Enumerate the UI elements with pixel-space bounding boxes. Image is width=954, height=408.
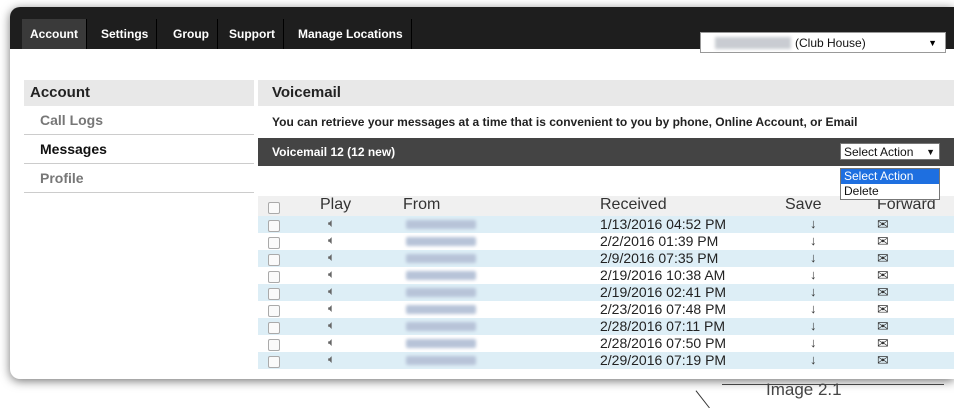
speaker-icon[interactable]: 🔈︎: [328, 267, 335, 282]
row-checkbox[interactable]: [268, 237, 280, 249]
page-title: Voicemail: [258, 80, 954, 106]
envelope-icon[interactable]: ✉︎: [877, 318, 889, 335]
speaker-icon[interactable]: 🔈︎: [328, 335, 335, 350]
down-arrow-icon[interactable]: ↓: [810, 233, 817, 248]
header-from: From: [403, 196, 441, 213]
redacted-caller: [406, 237, 476, 246]
speaker-icon[interactable]: 🔈︎: [328, 301, 335, 316]
table-row[interactable]: 🔈︎ 2/19/2016 02:41 PM ↓ ✉︎: [258, 284, 954, 301]
redacted-caller: [406, 288, 476, 297]
chevron-down-icon: ▼: [928, 38, 937, 48]
voicemail-table: Play From Received Save Forward 🔈︎ 1/13/2…: [258, 196, 954, 369]
redacted-caller: [406, 220, 476, 229]
sidebar-item-profile[interactable]: Profile: [24, 164, 254, 193]
row-checkbox[interactable]: [268, 271, 280, 283]
speaker-icon[interactable]: 🔈︎: [328, 352, 335, 367]
header-received: Received: [600, 196, 667, 213]
select-all-checkbox[interactable]: [268, 202, 280, 214]
row-checkbox[interactable]: [268, 356, 280, 368]
location-value: (Club House): [795, 36, 866, 50]
menu-item-select-action[interactable]: Select Action: [841, 169, 939, 184]
redacted-caller: [406, 356, 476, 365]
received-date: 2/19/2016 02:41 PM: [600, 284, 727, 300]
left-panel: Account Call Logs Messages Profile: [24, 80, 254, 193]
sidebar-item-messages[interactable]: Messages: [24, 135, 254, 164]
table-row[interactable]: 🔈︎ 2/23/2016 07:48 PM ↓ ✉︎: [258, 301, 954, 318]
received-date: 2/2/2016 01:39 PM: [600, 233, 719, 249]
left-panel-title: Account: [24, 80, 254, 106]
received-date: 2/28/2016 07:50 PM: [600, 335, 727, 351]
voicemail-header-bar: Voicemail 12 (12 new) Select Action ▼: [258, 138, 954, 166]
speaker-icon[interactable]: 🔈︎: [328, 250, 335, 265]
table-row[interactable]: 🔈︎ 2/9/2016 07:35 PM ↓ ✉︎: [258, 250, 954, 267]
envelope-icon[interactable]: ✉︎: [877, 250, 889, 267]
tab-settings[interactable]: Settings: [93, 19, 158, 49]
envelope-icon[interactable]: ✉︎: [877, 352, 889, 369]
envelope-icon[interactable]: ✉︎: [877, 284, 889, 301]
down-arrow-icon[interactable]: ↓: [810, 318, 817, 333]
header-save: Save: [785, 196, 822, 213]
envelope-icon[interactable]: ✉︎: [877, 216, 889, 233]
location-select[interactable]: (Club House) ▼: [700, 32, 946, 53]
speaker-icon[interactable]: 🔈︎: [328, 318, 335, 333]
row-checkbox[interactable]: [268, 254, 280, 266]
table-row[interactable]: 🔈︎ 2/28/2016 07:50 PM ↓ ✉︎: [258, 335, 954, 352]
speaker-icon[interactable]: 🔈︎: [328, 216, 335, 231]
down-arrow-icon[interactable]: ↓: [810, 216, 817, 231]
top-nav: Account Settings Group Support Manage Lo…: [10, 7, 954, 53]
table-row[interactable]: 🔈︎ 1/13/2016 04:52 PM ↓ ✉︎: [258, 216, 954, 233]
redacted-caller: [406, 254, 476, 263]
redacted-number: [715, 37, 791, 49]
envelope-icon[interactable]: ✉︎: [877, 335, 889, 352]
row-checkbox[interactable]: [268, 288, 280, 300]
voicemail-count: Voicemail 12 (12 new): [272, 145, 396, 159]
envelope-icon[interactable]: ✉︎: [877, 267, 889, 284]
received-date: 1/13/2016 04:52 PM: [600, 216, 727, 232]
sidebar-item-call-logs[interactable]: Call Logs: [24, 106, 254, 135]
redacted-caller: [406, 271, 476, 280]
row-checkbox[interactable]: [268, 220, 280, 232]
voicemail-panel: Voicemail You can retrieve your messages…: [258, 80, 954, 369]
envelope-icon[interactable]: ✉︎: [877, 233, 889, 250]
received-date: 2/29/2016 07:19 PM: [600, 352, 727, 368]
received-date: 2/19/2016 10:38 AM: [600, 267, 726, 283]
row-checkbox[interactable]: [268, 305, 280, 317]
table-body: 🔈︎ 1/13/2016 04:52 PM ↓ ✉︎ 🔈︎ 2/2/2016 01:39 …: [258, 216, 954, 369]
image-caption: Image 2.1: [766, 380, 842, 399]
down-arrow-icon[interactable]: ↓: [810, 301, 817, 316]
row-checkbox[interactable]: [268, 339, 280, 351]
tab-group[interactable]: Group: [165, 19, 218, 49]
envelope-icon[interactable]: ✉︎: [877, 301, 889, 318]
speaker-icon[interactable]: 🔈︎: [328, 233, 335, 248]
menu-item-delete[interactable]: Delete: [841, 184, 939, 199]
chevron-down-icon: ▼: [926, 147, 935, 157]
tab-support[interactable]: Support: [221, 19, 284, 49]
redacted-caller: [406, 305, 476, 314]
speaker-icon[interactable]: 🔈︎: [328, 284, 335, 299]
down-arrow-icon[interactable]: ↓: [810, 250, 817, 265]
select-action-menu: Select Action Delete: [840, 168, 940, 200]
tab-manage-locations[interactable]: Manage Locations: [290, 19, 412, 49]
row-checkbox[interactable]: [268, 322, 280, 334]
voicemail-description: You can retrieve your messages at a time…: [272, 115, 858, 129]
header-play: Play: [320, 196, 352, 213]
select-action-value: Select Action: [844, 145, 914, 159]
down-arrow-icon[interactable]: ↓: [810, 352, 817, 367]
app-window: Account Settings Group Support Manage Lo…: [10, 7, 954, 379]
received-date: 2/9/2016 07:35 PM: [600, 250, 719, 266]
table-row[interactable]: 🔈︎ 2/19/2016 10:38 AM ↓ ✉︎: [258, 267, 954, 284]
redacted-caller: [406, 322, 476, 331]
redacted-caller: [406, 339, 476, 348]
down-arrow-icon[interactable]: ↓: [810, 284, 817, 299]
select-action-dropdown[interactable]: Select Action ▼: [840, 143, 940, 160]
down-arrow-icon[interactable]: ↓: [810, 267, 817, 282]
received-date: 2/23/2016 07:48 PM: [600, 301, 727, 317]
table-row[interactable]: 🔈︎ 2/28/2016 07:11 PM ↓ ✉︎: [258, 318, 954, 335]
callout-line: [695, 390, 710, 408]
received-date: 2/28/2016 07:11 PM: [600, 318, 726, 334]
table-row[interactable]: 🔈︎ 2/2/2016 01:39 PM ↓ ✉︎: [258, 233, 954, 250]
down-arrow-icon[interactable]: ↓: [810, 335, 817, 350]
table-row[interactable]: 🔈︎ 2/29/2016 07:19 PM ↓ ✉︎: [258, 352, 954, 369]
tab-account[interactable]: Account: [22, 19, 87, 49]
